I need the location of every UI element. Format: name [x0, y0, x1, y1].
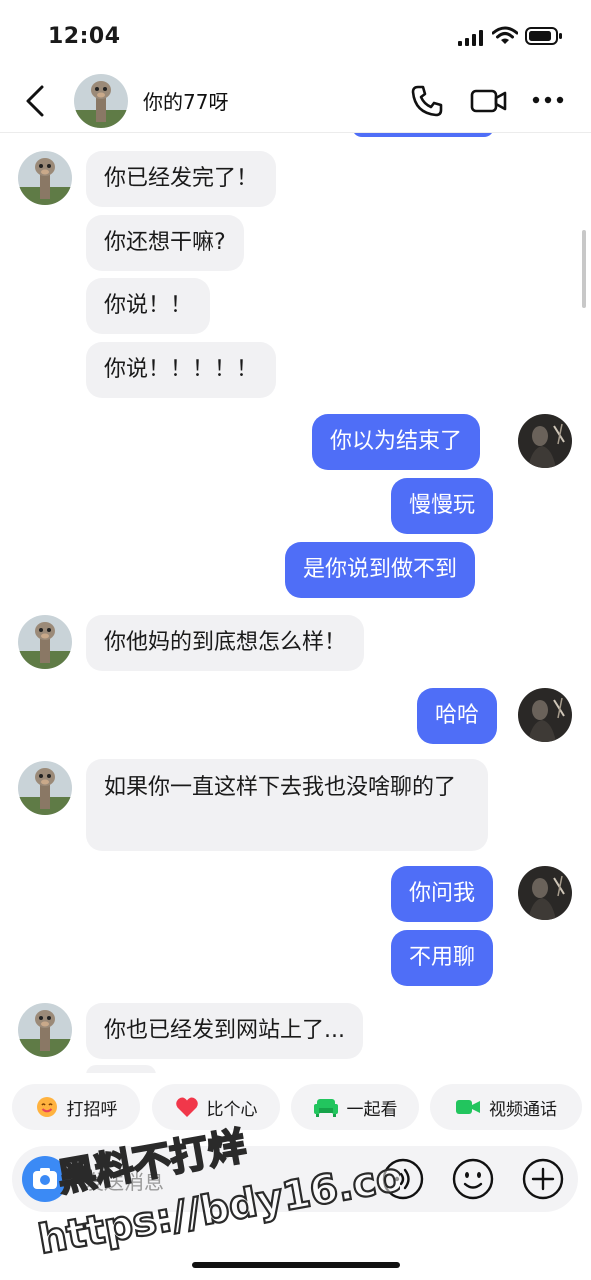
partial-bubble-top [352, 133, 494, 137]
phone-icon[interactable] [410, 84, 444, 118]
quick-action-label: 一起看 [346, 1099, 398, 1120]
message-bubble-incoming[interactable]: 你也已经发到网站上了... [86, 1003, 363, 1059]
message-composer: 发送消息 [12, 1146, 578, 1212]
message-input[interactable]: 发送消息 [84, 1166, 164, 1195]
message-list[interactable]: 你已经发完了！ 你还想干嘛? 你说！！ 你说！！！！！ 你以为结束了 慢慢玩 是… [0, 133, 591, 1073]
ostrich-avatar-icon [18, 761, 72, 815]
message-bubble-incoming[interactable]: 你说！！ [86, 278, 211, 334]
camera-button[interactable] [22, 1156, 68, 1202]
partial-bubble-bottom [86, 1065, 156, 1073]
quick-actions-bar: 打招呼 比个心 一起看 视频通话 [12, 1084, 582, 1130]
message-bubble-incoming[interactable]: 你还想干嘛? [86, 215, 244, 271]
status-time: 12:04 [48, 24, 121, 49]
quick-action-label: 视频通话 [489, 1099, 557, 1120]
ostrich-avatar-icon [18, 1003, 72, 1057]
back-chevron-icon[interactable] [22, 84, 50, 118]
battery-icon [525, 27, 562, 45]
video-camera-icon [456, 1100, 480, 1114]
contact-avatar[interactable] [74, 74, 128, 128]
quick-action-watch-together[interactable]: 一起看 [291, 1084, 419, 1130]
my-avatar[interactable] [518, 414, 572, 468]
scrollbar[interactable] [582, 230, 586, 308]
message-bubble-outgoing[interactable]: 你问我 [391, 866, 494, 922]
contact-avatar-small[interactable] [18, 151, 72, 205]
camera-icon [33, 1168, 57, 1189]
message-bubble-outgoing[interactable]: 你以为结束了 [312, 414, 481, 470]
plus-icon[interactable] [522, 1158, 564, 1200]
quick-action-greet[interactable]: 打招呼 [12, 1084, 140, 1130]
message-bubble-outgoing[interactable]: 哈哈 [417, 688, 498, 744]
quick-action-label: 打招呼 [66, 1099, 118, 1120]
message-bubble-incoming[interactable]: 你已经发完了！ [86, 151, 277, 207]
message-bubble-outgoing[interactable]: 不用聊 [391, 930, 494, 986]
contact-avatar-small[interactable] [18, 761, 72, 815]
heart-icon [175, 1097, 198, 1117]
my-avatar[interactable] [518, 866, 572, 920]
voice-message-icon[interactable] [382, 1158, 424, 1200]
signal-icon [458, 30, 483, 46]
quick-action-heart[interactable]: 比个心 [152, 1084, 280, 1130]
video-call-icon[interactable] [470, 84, 508, 118]
message-bubble-outgoing[interactable]: 是你说到做不到 [285, 542, 476, 598]
dark-portrait-avatar-icon [518, 688, 572, 742]
contact-avatar-small[interactable] [18, 615, 72, 669]
contact-avatar-small[interactable] [18, 1003, 72, 1057]
quick-action-label: 比个心 [206, 1099, 258, 1120]
message-bubble-incoming[interactable]: 如果你一直这样下去我也没啥聊的了 [86, 759, 488, 851]
my-avatar[interactable] [518, 688, 572, 742]
ostrich-avatar-icon [74, 74, 128, 128]
sofa-icon [313, 1099, 338, 1117]
ostrich-avatar-icon [18, 151, 72, 205]
chat-header: 你的77呀 [0, 70, 591, 133]
wifi-icon [492, 26, 518, 44]
dark-portrait-avatar-icon [518, 866, 572, 920]
home-indicator [192, 1262, 400, 1268]
message-bubble-incoming[interactable]: 你他妈的到底想怎么样！ [86, 615, 365, 671]
dark-portrait-avatar-icon [518, 414, 572, 468]
message-bubble-incoming[interactable]: 你说！！！！！ [86, 342, 277, 398]
message-bubble-outgoing[interactable]: 慢慢玩 [391, 478, 494, 534]
quick-action-video-call[interactable]: 视频通话 [430, 1084, 582, 1130]
smile-sticker-icon [36, 1097, 57, 1117]
status-bar: 12:04 [0, 0, 591, 70]
more-options-icon[interactable] [532, 92, 564, 108]
emoji-icon[interactable] [452, 1158, 494, 1200]
ostrich-avatar-icon [18, 615, 72, 669]
contact-name: 你的77呀 [143, 90, 229, 114]
